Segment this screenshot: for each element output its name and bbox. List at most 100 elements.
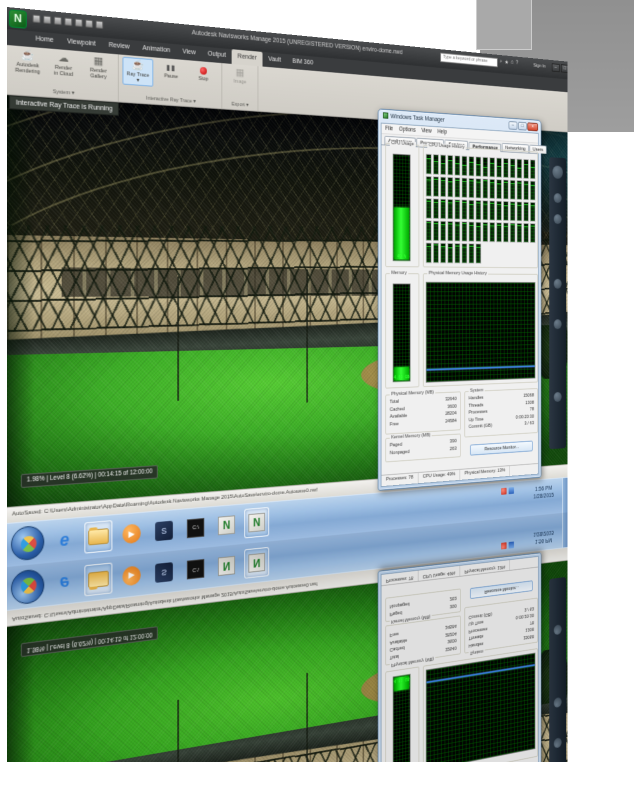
cpu-core-graph — [496, 157, 502, 179]
star-icon[interactable]: ★ — [504, 59, 508, 66]
stat-value: 78 — [529, 619, 535, 625]
stat-value: 1308 — [525, 626, 535, 633]
windows-explorer-icon[interactable] — [84, 520, 113, 554]
walk-icon[interactable] — [553, 391, 562, 402]
cpu-core-graph — [461, 155, 468, 177]
stop-icon — [199, 66, 207, 75]
select-icon[interactable] — [95, 20, 104, 29]
tm-close-button[interactable]: × — [527, 122, 539, 132]
cpu-core-graph — [509, 179, 516, 200]
open-icon[interactable] — [43, 15, 52, 25]
undo-icon[interactable] — [74, 18, 83, 28]
minimize-button[interactable]: – — [551, 63, 560, 73]
start-button[interactable] — [10, 524, 45, 562]
orbit-icon[interactable] — [553, 278, 562, 289]
cpu-core-graph — [502, 179, 509, 200]
cpu-core-graph — [523, 180, 529, 201]
media-player-icon[interactable]: ▶ — [118, 517, 145, 550]
desktop-screenshot: N Autodesk Navisworks Manage 2015 (UNREG… — [7, 7, 568, 567]
cpu-core-graph — [461, 242, 468, 264]
autodesk-rendering-button[interactable]: ☕ Autodesk Rendering — [11, 47, 44, 76]
cpu-core-graph — [447, 198, 454, 220]
cpu-core-graph — [447, 220, 454, 242]
sign-in-button[interactable]: Sign In — [533, 63, 545, 69]
cpu-core-graph — [468, 199, 475, 221]
dropdown-arrow-icon: ▾ — [136, 77, 140, 84]
cpu-core-graph — [468, 156, 475, 177]
stat-value: 3600 — [447, 637, 457, 644]
cpu-core-graph — [440, 198, 447, 220]
cpu-core-graph — [529, 201, 536, 222]
tm-minimize-button[interactable]: – — [508, 121, 518, 130]
cpu-core-graph — [447, 242, 454, 264]
tm-menu-file[interactable]: File — [385, 125, 393, 132]
image-button: ▦ Image — [233, 67, 247, 86]
help-icon[interactable]: ? — [516, 60, 519, 67]
navisworks-manage-icon: N — [244, 546, 270, 579]
infocenter-search-input[interactable]: Type a keyword or phrase — [440, 52, 498, 68]
pause-button[interactable]: ▮▮ Pause — [156, 59, 186, 81]
home-icon[interactable]: ⌂ — [511, 59, 514, 66]
task-manager-body: FileOptionsViewHelp ApplicationsProcesse… — [380, 555, 539, 796]
zoom-icon[interactable] — [553, 214, 562, 225]
cpu-core-graph — [516, 179, 523, 201]
cpu-core-graph — [461, 177, 468, 199]
cpu-core-graph — [516, 201, 523, 222]
cpu-core-graph — [461, 199, 468, 220]
search-icon[interactable]: ⌕ — [500, 58, 503, 65]
cpu-core-graph — [454, 242, 461, 264]
look-icon[interactable] — [553, 319, 562, 330]
white-crop-band — [0, 762, 634, 796]
command-prompt-icon[interactable]: C:\ — [183, 512, 209, 544]
task-manager-title: Windows Task Manager — [390, 113, 445, 124]
cpu-core-graph — [509, 158, 516, 179]
app-menu-icon[interactable] — [32, 14, 41, 24]
windows-flag-icon — [17, 574, 40, 597]
tm-menu-view[interactable]: View — [421, 128, 431, 135]
render-gallery-button[interactable]: ▦ Render Gallery — [83, 53, 115, 82]
alert-red-icon[interactable] — [501, 487, 507, 495]
tm-menu-options[interactable]: Options — [399, 126, 416, 133]
kernel-memory-stats: Kernel Memory (MB) Paged 390 Nonpaged 263 — [385, 432, 461, 463]
print-icon[interactable] — [64, 17, 73, 27]
stat-key: Free — [389, 421, 399, 428]
stop-button[interactable]: Stop — [189, 62, 218, 84]
redo-icon[interactable] — [85, 19, 93, 28]
steering-wheel-icon[interactable] — [552, 165, 563, 179]
cpu-core-graph — [475, 156, 482, 178]
notification-area — [501, 541, 514, 550]
network-blue-icon[interactable] — [508, 487, 514, 495]
stat-value: 3 / 63 — [524, 421, 535, 427]
cpu-core-graph — [461, 221, 468, 242]
tm-menu-help[interactable]: Help — [437, 129, 447, 136]
ribbon-group-system: ☕ Autodesk Rendering ☁ Render in Cloud ▦ Rend… — [7, 45, 119, 102]
cpu-core-graph — [454, 199, 461, 220]
tm-maximize-button[interactable]: □ — [518, 121, 527, 131]
taskbar-clock[interactable]: 1:56 PM 1/28/2015 — [533, 485, 553, 501]
navisworks-manage-icon[interactable]: N — [244, 506, 270, 539]
save-icon[interactable] — [53, 16, 62, 26]
teapot-icon: ☕ — [131, 59, 145, 72]
cpu-core-graph — [433, 176, 440, 198]
stat-key: Nonpaged — [389, 449, 410, 456]
tilted-desktop-composition: N Autodesk Navisworks Manage 2015 (UNREG… — [7, 7, 568, 796]
memory-label: Memory — [389, 270, 409, 276]
ray-trace-button[interactable]: ☕ Ray Trace ▾ — [122, 56, 154, 87]
application-menu-button[interactable]: N — [8, 9, 27, 29]
memory-history-graph — [425, 281, 536, 383]
cpu-core-graph — [454, 155, 461, 177]
backdrop-inner-box — [476, 0, 532, 50]
cpu-core-graph — [468, 177, 475, 199]
cpu-core-graph — [475, 199, 482, 221]
pan-icon[interactable] — [553, 193, 562, 204]
render-in-cloud-button[interactable]: ☁ Render in Cloud — [47, 50, 79, 79]
navigation-bar[interactable] — [549, 157, 567, 450]
infocenter-icons: ⌕ ★ ⌂? — [500, 58, 519, 66]
start-button — [10, 568, 45, 606]
navisworks-freedom-icon[interactable]: N — [214, 509, 239, 541]
app-dark-icon[interactable]: S — [151, 515, 178, 548]
show-desktop-button[interactable] — [562, 477, 568, 514]
resource-monitor-button[interactable]: Resource Monitor... — [470, 440, 533, 456]
internet-explorer-icon[interactable]: e — [50, 523, 79, 557]
maximize-button[interactable]: □ — [560, 64, 568, 73]
